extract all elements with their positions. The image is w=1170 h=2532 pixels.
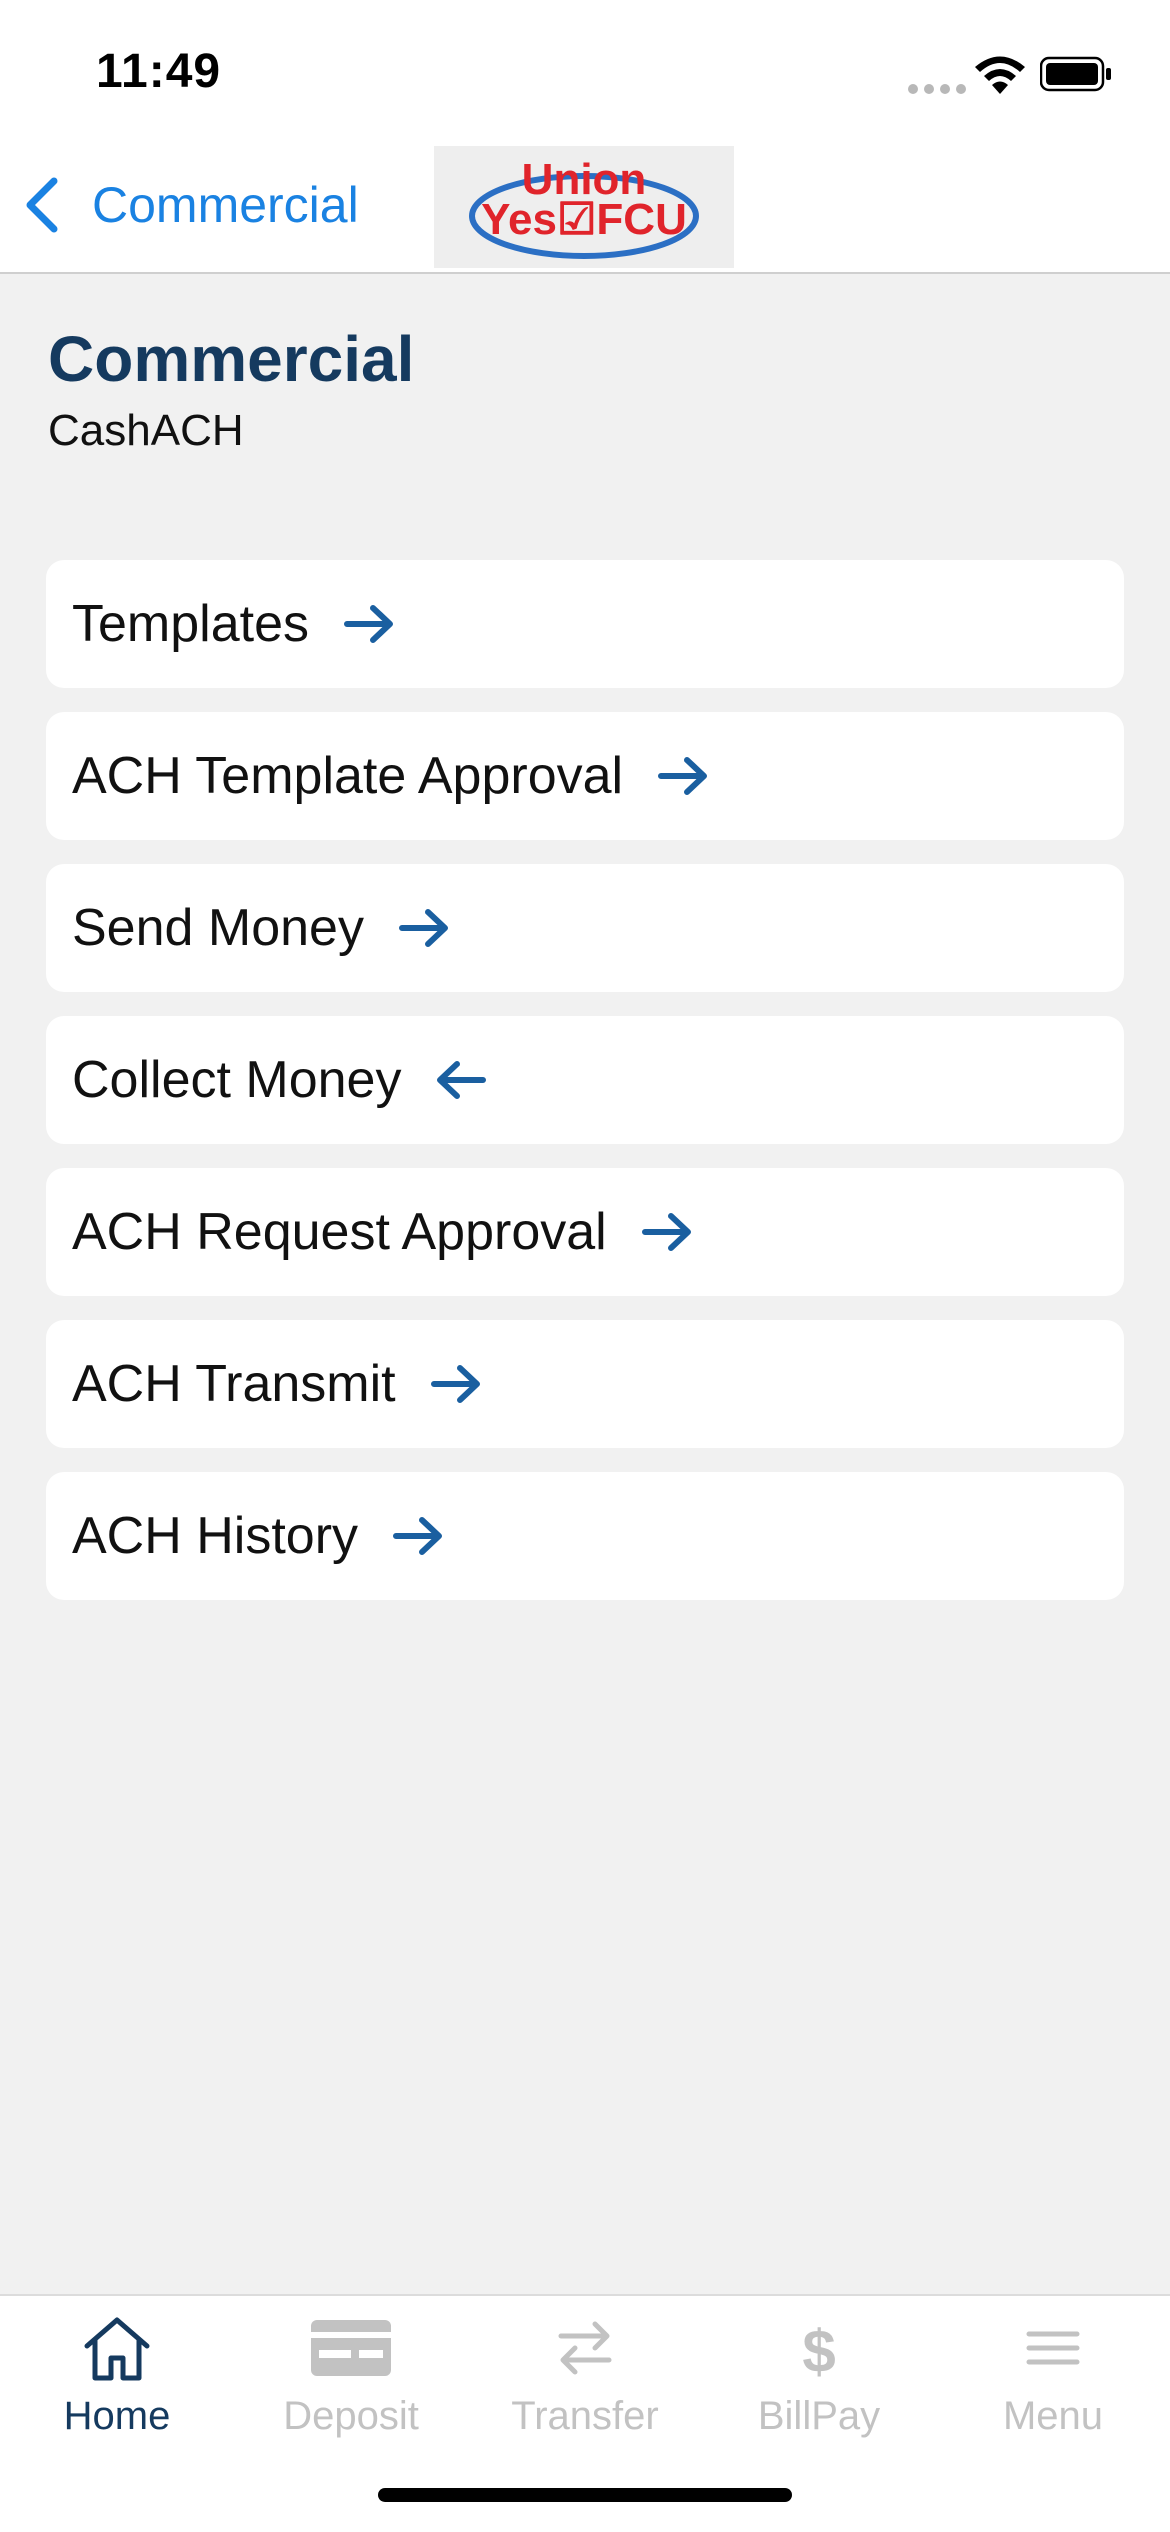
arrow-right-icon <box>658 757 708 795</box>
menu-item-collect-money[interactable]: Collect Money <box>46 1016 1124 1144</box>
menu-item-templates[interactable]: Templates <box>46 560 1124 688</box>
menu-item-ach-history[interactable]: ACH History <box>46 1472 1124 1600</box>
page-title: Commercial <box>48 323 415 395</box>
tab-label: BillPay <box>757 2394 881 2438</box>
union-yes-fcu-logo: Union Yes☑FCU <box>434 146 734 268</box>
dollar-icon: $ <box>802 2318 835 2382</box>
tab-label: Menu <box>1002 2394 1104 2438</box>
arrow-left-icon <box>437 1061 487 1099</box>
tab-billpay[interactable]: $ BillPay <box>702 2314 936 2454</box>
menu-item-ach-template-approval[interactable]: ACH Template Approval <box>46 712 1124 840</box>
svg-text:Yes☑FCU: Yes☑FCU <box>481 195 687 244</box>
arrow-right-icon <box>430 1365 480 1403</box>
back-button-label: Commercial <box>92 177 359 233</box>
cashach-menu-list: Templates ACH Template Approval Send Mon… <box>46 560 1124 1624</box>
battery-icon <box>1040 56 1111 92</box>
chevron-left-icon <box>26 177 58 233</box>
menu-item-label: Collect Money <box>72 1051 402 1109</box>
tab-transfer[interactable]: Transfer <box>468 2314 702 2454</box>
home-icon <box>84 2317 150 2381</box>
tab-menu[interactable]: Menu <box>936 2314 1170 2454</box>
arrow-right-icon <box>398 909 448 947</box>
app-screen: 11:49 Commercial Union Yes☑FCU Commercia… <box>0 0 1170 2532</box>
wifi-icon <box>975 56 1025 94</box>
menu-item-label: ACH Request Approval <box>72 1203 607 1261</box>
arrow-right-icon <box>641 1213 691 1251</box>
menu-item-label: ACH Transmit <box>72 1355 396 1413</box>
home-indicator[interactable] <box>378 2488 792 2502</box>
page-subtitle: CashACH <box>48 406 244 455</box>
tab-home[interactable]: Home <box>0 2314 234 2454</box>
menu-item-ach-request-approval[interactable]: ACH Request Approval <box>46 1168 1124 1296</box>
cellular-signal-icon <box>908 84 966 94</box>
status-time: 11:49 <box>96 45 222 98</box>
arrow-right-icon <box>344 605 393 643</box>
back-button[interactable]: Commercial <box>22 170 359 240</box>
svg-text:$: $ <box>802 2318 835 2382</box>
menu-item-send-money[interactable]: Send Money <box>46 864 1124 992</box>
tab-label: Transfer <box>511 2394 659 2438</box>
arrow-right-icon <box>393 1517 443 1555</box>
tab-label: Home <box>63 2394 171 2438</box>
tab-deposit[interactable]: Deposit <box>234 2314 468 2454</box>
menu-item-label: ACH Template Approval <box>72 747 624 805</box>
menu-item-label: Send Money <box>72 899 364 957</box>
check-deposit-icon <box>311 2320 391 2376</box>
status-bar: 11:49 <box>0 0 1170 140</box>
tab-label: Deposit <box>283 2394 419 2438</box>
menu-item-label: Templates <box>72 595 309 653</box>
transfer-icon <box>558 2321 612 2375</box>
navigation-bar: Commercial Union Yes☑FCU <box>0 140 1170 274</box>
menu-icon <box>1026 2331 1080 2365</box>
menu-item-label: ACH History <box>72 1507 359 1565</box>
menu-item-ach-transmit[interactable]: ACH Transmit <box>46 1320 1124 1448</box>
